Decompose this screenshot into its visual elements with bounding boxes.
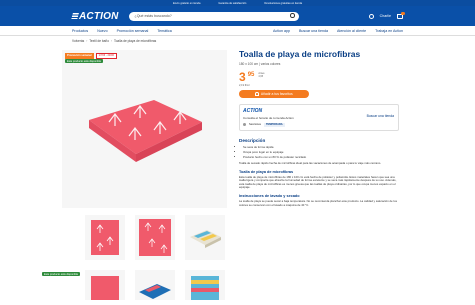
care-heading: Instrucciones de lavado y secado (239, 193, 300, 198)
availability-badge-bottom: Este producto está disponible (42, 272, 81, 277)
search-placeholder: ¿Qué estás buscando? (134, 14, 172, 18)
topbar-item: Envío gratuito en tienda (172, 1, 201, 5)
product-dimensions: 180 x 100 cm | varios colores (239, 62, 281, 66)
main-product-image[interactable]: Promoción semanal 17/06 - 23/06 Este pro… (62, 50, 227, 208)
price-meta: Antes 4,95 (258, 72, 264, 78)
breadcrumb-item: Toalla de playa de microfibras (114, 39, 157, 43)
nav-item-promocion[interactable]: Promoción semanal (117, 29, 149, 33)
availability-label: Secciones (249, 123, 261, 127)
description-body: Esta toalla de playa de microfibras de 1… (239, 174, 397, 190)
user-label[interactable]: Charlie (380, 14, 391, 18)
sub-heading: Toalla de playa de microfibras (239, 169, 294, 174)
user-icon[interactable] (368, 13, 374, 19)
main-nav: Productos Nuevo Promoción semanal Temáti… (0, 26, 475, 36)
nav-item-productos[interactable]: Productos (72, 29, 88, 33)
product-title: Toalla de playa de microfibras (239, 49, 361, 59)
description-heading: Descripción (239, 138, 266, 143)
nav-item-app[interactable]: Action app (273, 29, 290, 33)
availability-badge: Este producto está disponible (65, 59, 104, 64)
promo-badge: Promoción semanal (65, 53, 94, 59)
thumbnail-pink-flat[interactable] (135, 215, 175, 260)
description-intro: Toalla de secado rápido hecha de microfi… (239, 161, 382, 165)
breadcrumb-item[interactable]: Textil de baño (89, 39, 109, 43)
thumbnail-striped[interactable] (185, 215, 225, 260)
search-input[interactable]: ¿Qué estás buscando? (128, 11, 299, 21)
site-header: ACTION ¿Qué estás buscando? Charlie (0, 6, 475, 26)
price-decimal: 95 (247, 72, 255, 78)
thumbnail-blue[interactable] (135, 270, 175, 300)
find-store-link[interactable]: Buscar una tienda (367, 114, 394, 118)
nav-item-support[interactable]: Atención al cliente (337, 29, 366, 33)
thumbnail-pink-2[interactable] (85, 270, 125, 300)
heart-icon (255, 92, 259, 96)
price-block: 3 95 Antes 4,95 (239, 70, 399, 84)
price-integer: 3 (239, 70, 246, 84)
care-body: La toalla de playa se puede secar a baja… (239, 198, 397, 207)
store-box: ACTION Consulta el horario de tu tienda … (239, 104, 399, 131)
product-info: Toalla de playa de microfibras 180 x 100… (239, 50, 399, 207)
nav-item-tematica[interactable]: Temática (157, 29, 171, 33)
action-logo[interactable]: ACTION (71, 10, 119, 22)
nav-item-nuevo[interactable]: Nuevo (97, 29, 107, 33)
feature-list: Se seca de forma rápida Ocupa poco lugar… (239, 145, 399, 160)
nav-item-jobs[interactable]: Trabaja en Action (375, 29, 403, 33)
breadcrumb-item[interactable]: Volverás (72, 39, 84, 43)
breadcrumb: Volverás › Textil de baño › Toalla de play… (72, 39, 157, 43)
price-meta-value: 4,95 (258, 75, 264, 78)
promo-dates: 17/06 - 23/06 (95, 53, 117, 59)
season-tag: TEMPORADA (263, 123, 285, 127)
topbar-item: Garantía de satisfacción (218, 1, 247, 5)
add-to-favorites-button[interactable]: Añadir a tus favoritos (239, 90, 309, 98)
towel-illustration (89, 100, 202, 162)
logo-bars-icon (71, 12, 79, 20)
nav-item-store[interactable]: Buscar una tienda (299, 29, 328, 33)
status-dot-icon (243, 123, 246, 127)
fav-label: Añadir a tus favoritos (260, 92, 293, 96)
feature-item: Producto hecho con un 80 % de poliéster … (243, 155, 399, 160)
thumbnail-pink[interactable] (85, 215, 125, 260)
cart-badge (401, 11, 405, 16)
cart-icon[interactable] (397, 11, 405, 19)
search-icon[interactable] (290, 13, 295, 18)
topbar-item: Devoluciones gratuitas en tienda (264, 1, 303, 5)
unit-price: 2,19 €/m² (239, 84, 250, 87)
thumbnail-pattern[interactable] (185, 270, 225, 300)
availability-row: Secciones TEMPORADA (243, 123, 395, 127)
logo-text: ACTION (79, 10, 119, 22)
